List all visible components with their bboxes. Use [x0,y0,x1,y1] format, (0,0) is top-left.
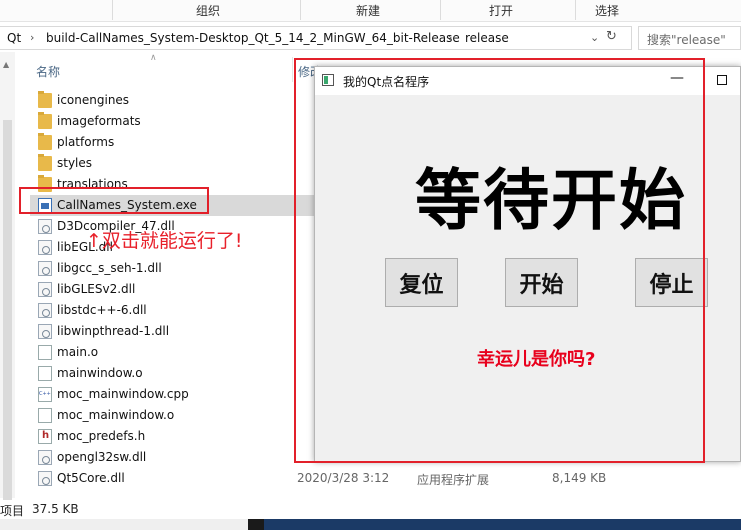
refresh-icon[interactable]: ↻ [606,29,617,44]
cpp-file-icon [38,387,52,402]
file-name: styles [57,156,93,170]
dll-icon [38,240,52,255]
screen: 组织 新建 打开 选择 Qt › build-CallNames_System-… [0,0,741,530]
file-name: imageformats [57,114,141,128]
breadcrumb-item-release[interactable]: release [465,31,509,45]
file-name: moc_predefs.h [57,429,146,443]
file-name: moc_mainwindow.cpp [57,387,189,401]
file-name: libgcc_s_seh-1.dll [57,261,162,275]
breadcrumb-item-build[interactable]: build-CallNames_System-Desktop_Qt_5_14_2… [46,31,460,45]
chevron-right-icon[interactable]: › [448,31,452,44]
file-row[interactable]: Qt5Core.dll 2020/3/28 3:12 应用程序扩展 8,149 KB [30,468,741,489]
folder-icon [38,112,52,129]
status-items-label: 项目 [0,504,25,518]
dll-icon [38,450,52,465]
nav-pane-scrollbar[interactable]: ▲ [0,52,15,500]
folder-icon [38,133,52,150]
ribbon-groups: 组织 新建 打开 选择 [0,0,741,22]
breadcrumb-item-qt[interactable]: Qt [7,31,21,45]
header-file-icon [38,429,52,444]
dropdown-chevron-icon[interactable]: ⌄ [590,31,599,44]
search-placeholder: 搜索"release" [647,33,726,47]
file-name: moc_mainwindow.o [57,408,175,422]
file-name: iconengines [57,93,130,107]
file-name: libGLESv2.dll [57,282,136,296]
scroll-up-icon[interactable]: ▲ [3,60,9,69]
file-size: 8,149 KB [552,471,607,485]
sort-arrow-icon: ∧ [150,53,157,63]
folder-icon [38,154,52,171]
status-size: 37.5 KB [32,502,79,516]
ribbon-group-organize[interactable]: 组织 [196,2,220,19]
dll-icon [38,303,52,318]
file-name: main.o [57,345,99,359]
dll-icon [38,324,52,339]
file-icon [38,366,52,381]
breadcrumb[interactable]: Qt › build-CallNames_System-Desktop_Qt_5… [0,26,632,50]
file-name: Qt5Core.dll [57,471,125,485]
file-name: libstdc++-6.dll [57,303,147,317]
search-input[interactable]: 搜索"release" [638,26,741,50]
annotation-text: ↑双击就能运行了! [86,230,243,252]
status-bar: 项目 37.5 KB [0,500,741,518]
taskbar [0,519,741,530]
maximize-icon[interactable] [717,75,727,85]
dll-icon [38,261,52,276]
address-bar: Qt › build-CallNames_System-Desktop_Qt_5… [0,26,741,50]
file-name: mainwindow.o [57,366,143,380]
file-type: 应用程序扩展 [417,473,490,487]
column-header-name[interactable]: 名称 [36,63,60,80]
dll-icon [38,282,52,297]
ribbon-group-new[interactable]: 新建 [356,2,380,19]
ribbon-group-select[interactable]: 选择 [595,2,619,19]
file-icon [38,345,52,360]
annotation-box-exe [19,187,209,214]
dll-icon [38,471,52,486]
file-name: libwinpthread-1.dll [57,324,170,338]
file-name: opengl32sw.dll [57,450,147,464]
file-icon [38,408,52,423]
dll-icon [38,219,52,234]
scrollbar-thumb[interactable] [3,120,12,500]
file-date: 2020/3/28 3:12 [297,471,390,485]
file-name: platforms [57,135,115,149]
folder-icon [38,91,52,108]
chevron-right-icon[interactable]: › [30,31,34,44]
annotation-box-app [294,58,705,463]
ribbon-group-open[interactable]: 打开 [489,2,513,19]
